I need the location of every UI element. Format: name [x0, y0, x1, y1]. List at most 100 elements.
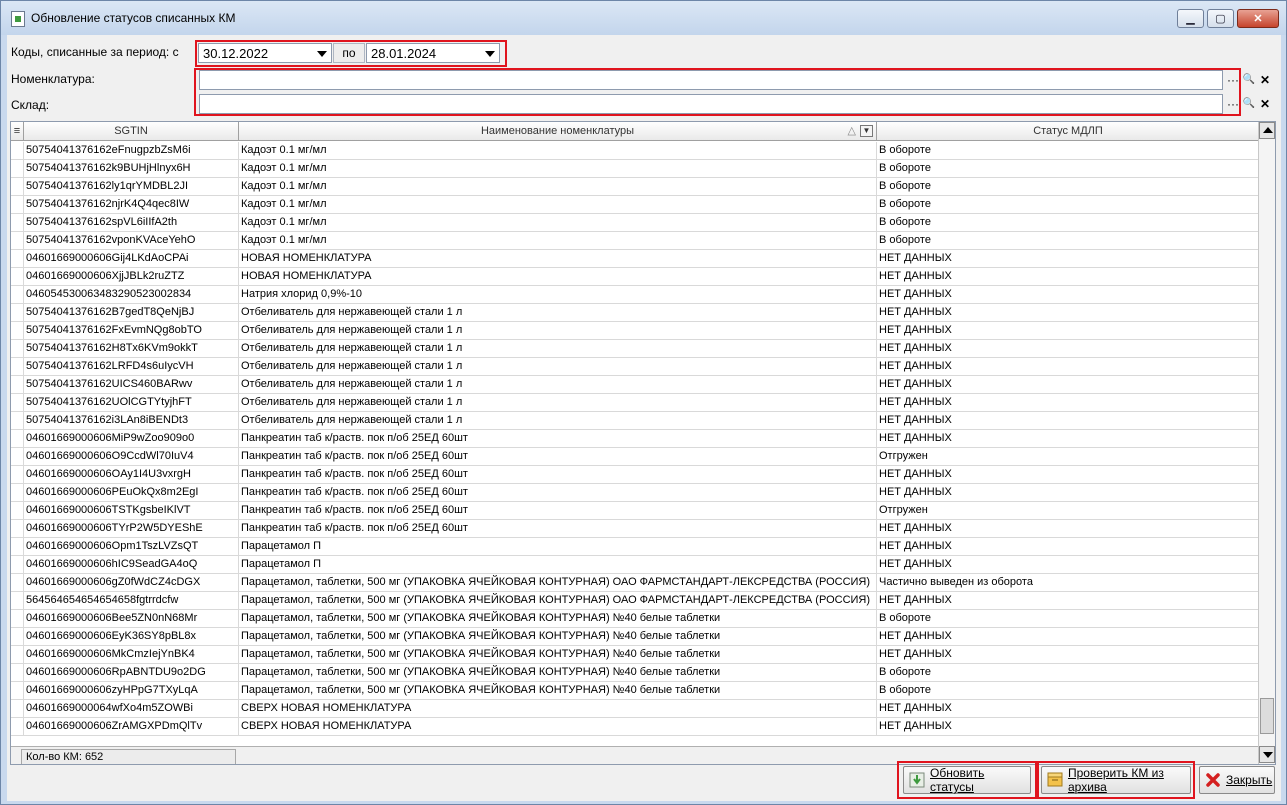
table-row[interactable]: 50754041376162B7gedT8QeNjBJ Отбеливатель … — [11, 304, 1260, 322]
table-row[interactable]: 50754041376162FxEvmNQg8obTO Отбеливатель … — [11, 322, 1260, 340]
table-row[interactable]: 04601669000606zyHPpG7TXyLqA Парацетамол, … — [11, 682, 1260, 700]
table-row[interactable]: 04601669000606Gij4LKdAoCPAi НОВАЯ НОМЕНКЛ… — [11, 250, 1260, 268]
table-row[interactable]: 50754041376162spVL6iIIfA2th Кадоэт 0.1 мг… — [11, 214, 1260, 232]
table-row[interactable]: 046054530063483290523002834 Натрия хлорид… — [11, 286, 1260, 304]
table-row[interactable]: 04601669000606TYrP2W5DYEShE Панкреатин та… — [11, 520, 1260, 538]
row-indicator[interactable] — [11, 304, 24, 322]
table-row[interactable]: 50754041376162i3LAn8iBENDt3 Отбеливатель … — [11, 412, 1260, 430]
sgtin-cell: 50754041376162spVL6iIIfA2th — [24, 214, 239, 232]
row-indicator[interactable] — [11, 592, 24, 610]
date-from-combo[interactable]: 30.12.2022 — [198, 43, 332, 63]
km-table[interactable]: ≡ SGTIN Наименование номенклатуры △ ▼ Ст… — [10, 121, 1276, 765]
table-row[interactable]: 04601669000606PEuOkQx8m2EgI Панкреатин та… — [11, 484, 1260, 502]
table-row[interactable]: 04601669000606ZrAMGXPDmQlTv СВЕРХ НОВАЯ Н… — [11, 718, 1260, 736]
table-row[interactable]: 04601669000606O9CcdWl70IuV4 Панкреатин та… — [11, 448, 1260, 466]
row-indicator[interactable] — [11, 448, 24, 466]
row-indicator[interactable] — [11, 502, 24, 520]
row-indicator[interactable] — [11, 430, 24, 448]
column-settings-icon[interactable]: ≡ — [11, 122, 24, 141]
row-indicator[interactable] — [11, 286, 24, 304]
table-row[interactable]: 04601669000606Bee5ZN0nN68Mr Парацетамол, … — [11, 610, 1260, 628]
row-indicator[interactable] — [11, 196, 24, 214]
table-row[interactable]: 04601669000606MiP9wZoo909o0 Панкреатин та… — [11, 430, 1260, 448]
sgtin-cell: 50754041376162B7gedT8QeNjBJ — [24, 304, 239, 322]
table-row[interactable]: 50754041376162H8Tx6KVm9okkT Отбеливатель … — [11, 340, 1260, 358]
table-row[interactable]: 04601669000064wfXo4m5ZOWBi СВЕРХ НОВАЯ НО… — [11, 700, 1260, 718]
sgtin-cell: 50754041376162eFnugpzbZsM6i — [24, 142, 239, 160]
row-indicator[interactable] — [11, 466, 24, 484]
table-row[interactable]: 50754041376162vponKVAceYehO Кадоэт 0.1 мг… — [11, 232, 1260, 250]
select-dots-icon[interactable]: ··· — [1225, 71, 1241, 89]
scroll-up-button[interactable] — [1259, 122, 1275, 139]
table-row[interactable]: 50754041376162k9BUHjHlnyx6H Кадоэт 0.1 мг… — [11, 160, 1260, 178]
row-indicator[interactable] — [11, 520, 24, 538]
row-indicator[interactable] — [11, 232, 24, 250]
title-bar[interactable]: Обновление статусов списанных КМ ▁ ▢ ✕ — [1, 1, 1286, 35]
table-row[interactable]: 04601669000606hIC9SeadGA4oQ Парацетамол П… — [11, 556, 1260, 574]
table-row[interactable]: 04601669000606RpABNTDU9o2DG Парацетамол, … — [11, 664, 1260, 682]
table-row[interactable]: 04601669000606OAy1I4U3vxrgH Панкреатин та… — [11, 466, 1260, 484]
row-indicator[interactable] — [11, 268, 24, 286]
search-icon[interactable]: 🔍 — [1241, 95, 1257, 113]
row-indicator[interactable] — [11, 682, 24, 700]
column-nomenclature[interactable]: Наименование номенклатуры △ ▼ — [239, 122, 877, 141]
row-indicator[interactable] — [11, 394, 24, 412]
row-indicator[interactable] — [11, 610, 24, 628]
select-dots-icon[interactable]: ··· — [1225, 95, 1241, 113]
row-indicator[interactable] — [11, 340, 24, 358]
row-indicator[interactable] — [11, 628, 24, 646]
check-archive-button[interactable]: Проверить КМ из архива — [1041, 766, 1191, 794]
row-indicator[interactable] — [11, 376, 24, 394]
table-row[interactable]: 50754041376162eFnugpzbZsM6i Кадоэт 0.1 мг… — [11, 142, 1260, 160]
warehouse-input[interactable] — [199, 94, 1223, 114]
row-indicator[interactable] — [11, 700, 24, 718]
clear-icon[interactable]: ✕ — [1257, 95, 1273, 113]
row-indicator[interactable] — [11, 718, 24, 736]
row-indicator[interactable] — [11, 412, 24, 430]
nomenclature-input[interactable] — [199, 70, 1223, 90]
row-indicator[interactable] — [11, 142, 24, 160]
row-indicator[interactable] — [11, 160, 24, 178]
search-icon[interactable]: 🔍 — [1241, 71, 1257, 89]
row-indicator[interactable] — [11, 214, 24, 232]
minimize-button[interactable]: ▁ — [1177, 9, 1204, 28]
table-row[interactable]: 50754041376162UICS460BARwv Отбеливатель д… — [11, 376, 1260, 394]
table-row[interactable]: 50754041376162LRFD4s6uIycVH Отбеливатель … — [11, 358, 1260, 376]
row-indicator[interactable] — [11, 322, 24, 340]
scroll-thumb[interactable] — [1260, 698, 1274, 734]
table-row[interactable]: 04601669000606gZ0fWdCZ4cDGX Парацетамол, … — [11, 574, 1260, 592]
chevron-down-icon[interactable] — [317, 51, 327, 57]
column-mdlp-status[interactable]: Статус МДЛП — [877, 122, 1260, 141]
row-indicator[interactable] — [11, 556, 24, 574]
row-indicator[interactable] — [11, 178, 24, 196]
nomenclature-cell: Отбеливатель для нержавеющей стали 1 л — [239, 412, 877, 430]
row-indicator[interactable] — [11, 574, 24, 592]
table-row[interactable]: 04601669000606MkCmzIejYnBK4 Парацетамол, … — [11, 646, 1260, 664]
column-sgtin[interactable]: SGTIN — [24, 122, 239, 141]
table-row[interactable]: 564564654654654658fgtrrdcfw Парацетамол, … — [11, 592, 1260, 610]
row-indicator[interactable] — [11, 646, 24, 664]
row-indicator[interactable] — [11, 664, 24, 682]
table-row[interactable]: 04601669000606Opm1TszLVZsQT Парацетамол П… — [11, 538, 1260, 556]
maximize-button[interactable]: ▢ — [1207, 9, 1234, 28]
clear-icon[interactable]: ✕ — [1257, 71, 1273, 89]
update-statuses-button[interactable]: Обновить статусы — [903, 766, 1031, 794]
filter-dropdown-icon[interactable]: ▼ — [860, 125, 873, 137]
close-button[interactable]: Закрыть — [1199, 766, 1275, 794]
vertical-scrollbar[interactable] — [1258, 122, 1275, 764]
table-row[interactable]: 04601669000606TSTKgsbeIKlVT Панкреатин та… — [11, 502, 1260, 520]
nomenclature-cell: Отбеливатель для нержавеющей стали 1 л — [239, 304, 877, 322]
table-row[interactable]: 50754041376162ly1qrYMDBL2JI Кадоэт 0.1 мг… — [11, 178, 1260, 196]
row-indicator[interactable] — [11, 250, 24, 268]
scroll-down-button[interactable] — [1259, 746, 1275, 763]
date-to-combo[interactable]: 28.01.2024 — [366, 43, 500, 63]
row-indicator[interactable] — [11, 538, 24, 556]
table-row[interactable]: 50754041376162UOlCGTYtyjhFT Отбеливатель … — [11, 394, 1260, 412]
table-row[interactable]: 50754041376162njrK4Q4qec8IW Кадоэт 0.1 мг… — [11, 196, 1260, 214]
row-indicator[interactable] — [11, 484, 24, 502]
table-row[interactable]: 04601669000606EyK36SY8pBL8x Парацетамол, … — [11, 628, 1260, 646]
close-window-button[interactable]: ✕ — [1237, 9, 1279, 28]
row-indicator[interactable] — [11, 358, 24, 376]
table-row[interactable]: 04601669000606XjjJBLk2ruZTZ НОВАЯ НОМЕНКЛ… — [11, 268, 1260, 286]
chevron-down-icon[interactable] — [485, 51, 495, 57]
